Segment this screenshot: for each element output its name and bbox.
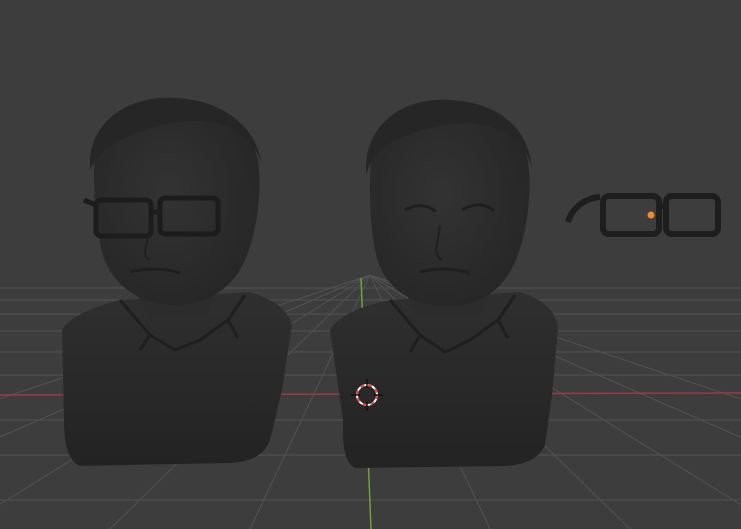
3d-viewport[interactable] [0,0,741,529]
glasses-icon[interactable] [565,193,721,237]
bust-icon[interactable] [330,99,558,468]
object-origin-dot [647,211,655,219]
bust-with-glasses-icon[interactable] [62,97,292,466]
